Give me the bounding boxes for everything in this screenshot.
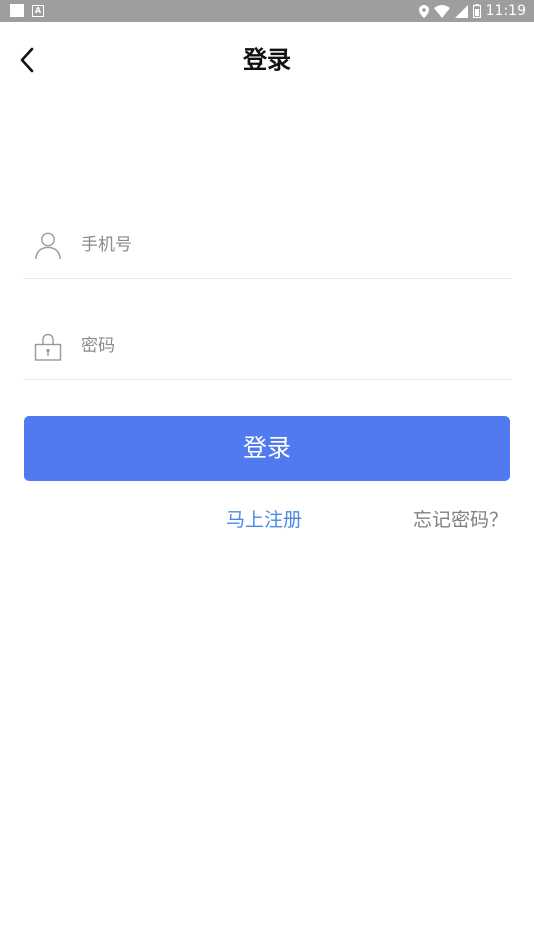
a-notification-icon: A — [32, 4, 44, 17]
lock-icon — [34, 333, 62, 361]
password-field — [23, 329, 512, 380]
title-bar: 登录 — [0, 22, 534, 98]
phone-field — [23, 228, 512, 279]
login-button[interactable]: 登录 — [24, 416, 510, 481]
status-bar-left: A — [10, 4, 44, 17]
square-icon — [10, 4, 24, 17]
login-screen: A 11:19 登录 手机号 登录 马上注册 忘记密码？ — [0, 0, 534, 950]
phone-input[interactable] — [81, 228, 501, 262]
status-bar-right: 11:19 — [418, 2, 526, 20]
user-icon — [35, 232, 61, 260]
password-input[interactable] — [81, 329, 501, 363]
register-link[interactable]: 马上注册 — [226, 506, 302, 534]
status-bar: A 11:19 — [0, 0, 534, 22]
status-time: 11:19 — [485, 3, 526, 19]
location-icon — [418, 4, 429, 18]
page-title: 登录 — [243, 46, 291, 74]
wifi-icon — [433, 4, 450, 18]
signal-icon — [454, 4, 468, 18]
forgot-password-link[interactable]: 忘记密码？ — [413, 506, 508, 534]
battery-icon — [472, 4, 481, 18]
